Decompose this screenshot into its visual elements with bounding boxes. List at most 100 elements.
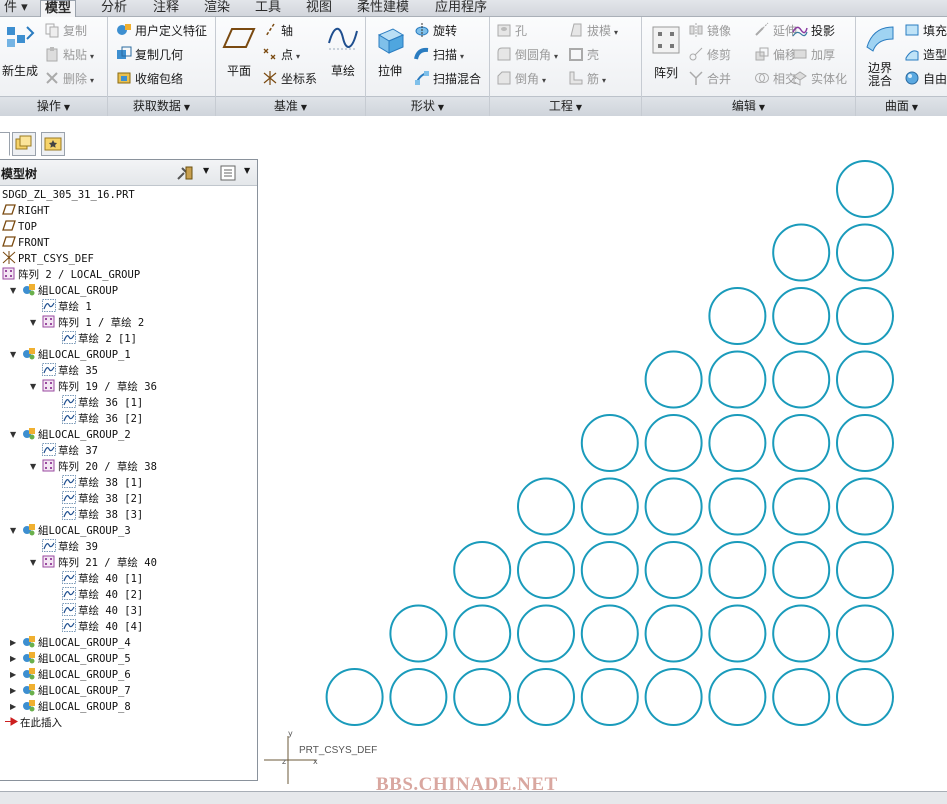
tab-view[interactable]: 视图 [302, 0, 336, 17]
sketch-circle[interactable] [389, 604, 448, 663]
tree-row[interactable]: TOP [2, 219, 37, 235]
tab-render[interactable]: 渲染 [200, 0, 234, 17]
tree-row[interactable]: 草绘 36 [2] [62, 411, 143, 427]
style-button[interactable]: 造型 [904, 45, 947, 65]
solidify-button[interactable]: 实体化 [792, 69, 847, 89]
sketch-circle[interactable] [836, 414, 894, 472]
sketch-circle[interactable] [580, 414, 639, 472]
sketch-circle[interactable] [772, 604, 831, 663]
tree-row[interactable]: SDGD_ZL_305_31_16.PRT [2, 187, 135, 203]
collapse-toggle-icon[interactable]: ▼ [10, 427, 19, 443]
sketch-circle[interactable] [836, 477, 894, 536]
tree-settings-icon[interactable] [176, 165, 194, 181]
sketch-circle[interactable] [644, 350, 703, 409]
sketch-circle[interactable] [644, 477, 703, 536]
swept-blend-button[interactable]: 扫描混合 [414, 69, 481, 89]
tab-flexible-modeling[interactable]: 柔性建模 [353, 0, 413, 17]
model-tree-tab[interactable] [0, 132, 10, 156]
project-button[interactable]: 投影 [792, 21, 835, 41]
collapse-toggle-icon[interactable]: ▼ [10, 523, 19, 539]
sketch-circle[interactable] [708, 604, 767, 663]
tree-row[interactable]: 草绘 38 [2] [62, 491, 143, 507]
sketch-circle[interactable] [580, 668, 639, 726]
sketch-circle[interactable] [580, 477, 639, 536]
group-label-get-data[interactable]: 获取数据 ▼ [108, 96, 215, 116]
tree-row[interactable]: 阵列 20 / 草绘 38 [42, 459, 157, 475]
sketch-circle[interactable] [453, 541, 512, 599]
show-list-icon[interactable] [220, 165, 236, 181]
sketch-circle[interactable] [836, 287, 894, 345]
offset-button[interactable]: 偏移 [754, 45, 797, 65]
tree-row[interactable]: 草绘 40 [1] [62, 571, 143, 587]
copy-geometry-button[interactable]: 复制几何 [116, 45, 183, 65]
sketch-circle[interactable] [644, 541, 703, 599]
collapse-toggle-icon[interactable]: ▼ [10, 347, 19, 363]
tab-analysis[interactable]: 分析 [97, 0, 131, 17]
sketch-circle[interactable] [772, 287, 831, 345]
extend-button[interactable]: 延伸 [754, 21, 797, 41]
tree-row[interactable]: 組LOCAL_GROUP_7 [22, 683, 131, 699]
draft-button[interactable]: 拔模 ▾ [568, 21, 618, 41]
tree-row[interactable]: 阵列 2 / LOCAL_GROUP [2, 267, 140, 283]
expand-toggle-icon[interactable]: ▶ [10, 699, 19, 715]
shell-button[interactable]: 壳 [568, 45, 599, 65]
expand-toggle-icon[interactable]: ▶ [10, 635, 19, 651]
tab-annotate[interactable]: 注释 [149, 0, 183, 17]
shrinkwrap-button[interactable]: 收缩包络 [116, 69, 183, 89]
revolve-button[interactable]: 旋转 [414, 21, 457, 41]
sketch-circle[interactable] [453, 668, 512, 726]
tree-row[interactable]: 草绘 2 [1] [62, 331, 137, 347]
tree-row[interactable]: 阵列 1 / 草绘 2 [42, 315, 144, 331]
sketch-button[interactable]: 草绘 [324, 21, 362, 79]
tree-row[interactable]: 組LOCAL_GROUP_5 [22, 651, 131, 667]
sketch-circle[interactable] [453, 604, 512, 663]
sketch-circle[interactable] [836, 160, 894, 218]
tree-row[interactable]: FRONT [2, 235, 50, 251]
sketch-circle[interactable] [772, 541, 831, 599]
sketch-circle[interactable] [517, 541, 575, 599]
sketch-circle[interactable] [772, 668, 831, 726]
mirror-button[interactable]: 镜像 [688, 21, 731, 41]
udf-button[interactable]: 用户定义特征 [116, 21, 207, 41]
group-label-datum[interactable]: 基准 ▼ [216, 96, 365, 116]
tree-row[interactable]: 草绘 1 [42, 299, 92, 315]
tree-row[interactable]: 草绘 40 [4] [62, 619, 143, 635]
group-label-editing[interactable]: 编辑 ▼ [642, 96, 855, 116]
round-button[interactable]: 倒圆角 ▾ [496, 45, 558, 65]
tab-tools[interactable]: 工具 [251, 0, 285, 17]
tree-row[interactable]: 組LOCAL_GROUP_4 [22, 635, 131, 651]
sketch-circle[interactable] [708, 541, 767, 599]
tree-row[interactable]: 草绘 35 [42, 363, 98, 379]
tab-file[interactable]: 件 ▾ [0, 0, 32, 17]
tree-row[interactable]: 草绘 38 [1] [62, 475, 143, 491]
tree-row[interactable]: 草绘 40 [2] [62, 587, 143, 603]
group-label-surfaces[interactable]: 曲面 ▼ [856, 96, 947, 116]
datum-point-button[interactable]: 点 ▾ [262, 45, 300, 65]
copy-button[interactable]: 复制 [44, 21, 87, 41]
tree-row[interactable]: 草绘 37 [42, 443, 98, 459]
collapse-toggle-icon[interactable]: ▼ [30, 459, 39, 475]
group-label-shapes[interactable]: 形状 ▼ [366, 96, 489, 116]
pattern-button[interactable]: 阵列 [646, 23, 686, 81]
tree-row[interactable]: 組LOCAL_GROUP [22, 283, 118, 299]
sketch-circle[interactable] [708, 287, 767, 345]
tree-row[interactable]: RIGHT [2, 203, 50, 219]
tree-row[interactable]: 草绘 39 [42, 539, 98, 555]
chamfer-button[interactable]: 倒角 ▾ [496, 69, 546, 89]
merge-button[interactable]: 合并 [688, 69, 731, 89]
collapse-toggle-icon[interactable]: ▼ [30, 315, 39, 331]
fill-button[interactable]: 填充 [904, 21, 947, 41]
tree-row[interactable]: 組LOCAL_GROUP_6 [22, 667, 131, 683]
datum-axis-button[interactable]: 轴 [262, 21, 293, 41]
sketch-circle[interactable] [836, 541, 894, 599]
sketch-circle[interactable] [517, 477, 575, 536]
group-label-engineering[interactable]: 工程 ▼ [490, 96, 641, 116]
tree-row[interactable]: 組LOCAL_GROUP_3 [22, 523, 131, 539]
sweep-button[interactable]: 扫描 ▾ [414, 45, 464, 65]
delete-button[interactable]: 删除 ▾ [44, 69, 94, 89]
sketch-circle[interactable] [836, 223, 894, 282]
favorites-tab[interactable] [41, 132, 65, 156]
datum-csys-button[interactable]: 坐标系 [262, 69, 317, 89]
sketch-circle[interactable] [517, 604, 575, 663]
graphics-window[interactable]: y z x [260, 130, 947, 790]
